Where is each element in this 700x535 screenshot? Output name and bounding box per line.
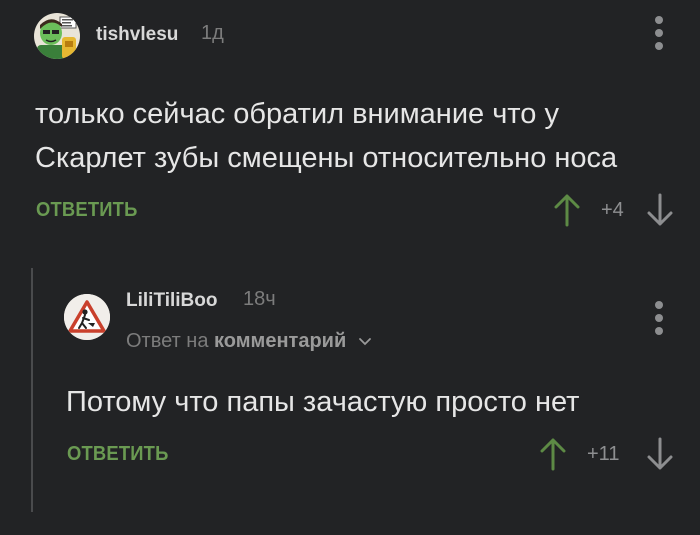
comment-text: Потому что папы зачастую просто нет: [66, 386, 580, 418]
reply-button[interactable]: ОТВЕТИТЬ: [67, 443, 169, 466]
reply-button[interactable]: ОТВЕТИТЬ: [36, 199, 138, 222]
user-avatar[interactable]: [34, 13, 80, 59]
comment-text: только сейчас обратил внимание что у Ска…: [35, 98, 618, 174]
upvote-arrow-icon[interactable]: [540, 437, 566, 471]
more-vertical-icon[interactable]: [649, 16, 669, 52]
chevron-down-icon[interactable]: [358, 337, 372, 347]
upvote-arrow-icon[interactable]: [554, 193, 580, 227]
comment-username[interactable]: LiliTiliBoo: [126, 290, 217, 312]
thread-line: [31, 268, 33, 512]
comment-time: 18ч: [243, 288, 276, 310]
road-sign-avatar-icon: [64, 294, 110, 340]
downvote-arrow-icon[interactable]: [647, 437, 673, 471]
reply-to-target[interactable]: комментарий: [214, 330, 346, 352]
reply-to-info[interactable]: Ответ на комментарий: [126, 330, 372, 353]
comment-rating: +4: [601, 199, 624, 221]
comment-time: 1д: [201, 22, 224, 44]
comment-rating: +11: [587, 443, 620, 465]
user-avatar[interactable]: [64, 294, 110, 340]
cartoon-avatar-icon: [34, 13, 80, 59]
downvote-arrow-icon[interactable]: [647, 193, 673, 227]
reply-to-prefix: Ответ на: [126, 330, 209, 352]
comment-username[interactable]: tishvlesu: [96, 24, 178, 46]
more-vertical-icon[interactable]: [649, 301, 669, 337]
